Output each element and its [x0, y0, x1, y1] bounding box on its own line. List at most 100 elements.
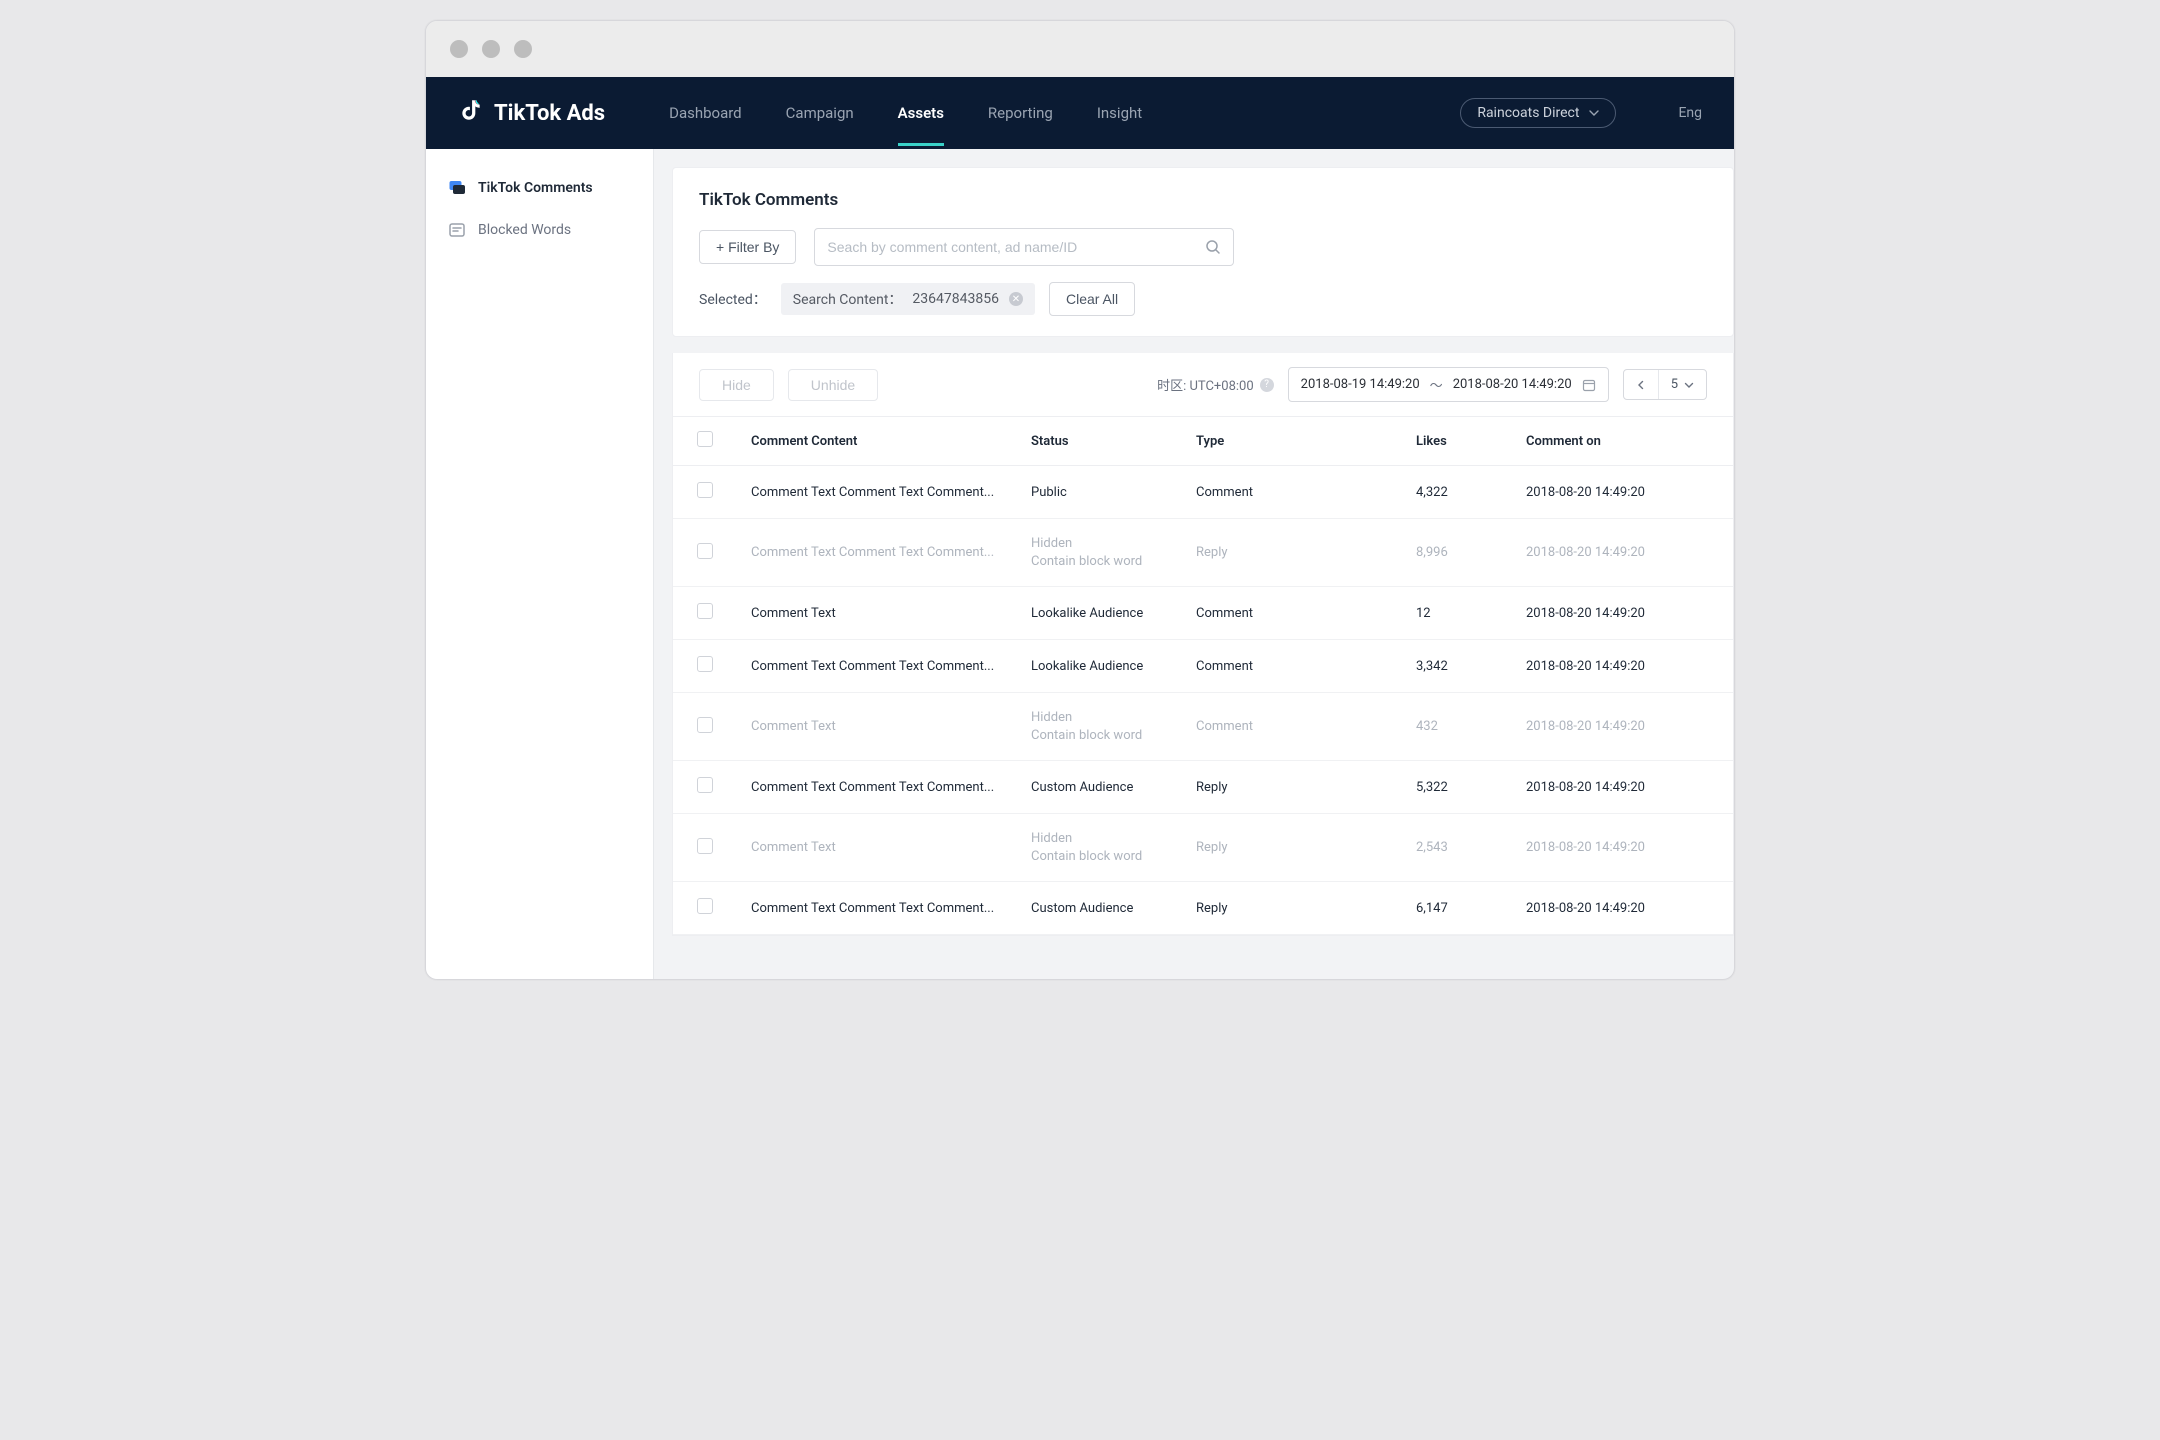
comments-icon	[448, 179, 466, 197]
row-checkbox[interactable]	[697, 656, 713, 672]
selected-chip: Search Content：23647843856 ✕	[781, 283, 1035, 315]
date-range-picker[interactable]: 2018-08-19 14:49:20 ～ 2018-08-20 14:49:2…	[1288, 367, 1609, 402]
cell-status: Custom Audience	[1017, 761, 1182, 814]
cell-content: Comment Text	[737, 587, 1017, 640]
page-size-value[interactable]: 5	[1658, 370, 1706, 399]
app-window: TikTok Ads Dashboard Campaign Assets Rep…	[425, 20, 1735, 980]
th-likes[interactable]: Likes	[1402, 417, 1512, 466]
row-checkbox[interactable]	[697, 838, 713, 854]
row-checkbox[interactable]	[697, 603, 713, 619]
traffic-light-dot[interactable]	[450, 40, 468, 58]
table-row: Comment Text Comment Text Comment...Cust…	[673, 761, 1733, 814]
cell-type: Reply	[1182, 882, 1402, 935]
cell-likes: 3,342	[1402, 640, 1512, 693]
cell-likes: 4,322	[1402, 466, 1512, 519]
cell-type: Comment	[1182, 466, 1402, 519]
top-nav: TikTok Ads Dashboard Campaign Assets Rep…	[426, 77, 1734, 149]
cell-date: 2018-08-20 14:49:20	[1512, 693, 1733, 761]
cell-date: 2018-08-20 14:49:20	[1512, 640, 1733, 693]
table-row: Comment TextHiddenContain block wordRepl…	[673, 814, 1733, 882]
cell-date: 2018-08-20 14:49:20	[1512, 466, 1733, 519]
account-selector[interactable]: Raincoats Direct	[1460, 98, 1616, 128]
cell-type: Reply	[1182, 519, 1402, 587]
cell-date: 2018-08-20 14:49:20	[1512, 587, 1733, 640]
cell-date: 2018-08-20 14:49:20	[1512, 814, 1733, 882]
cell-likes: 432	[1402, 693, 1512, 761]
cell-likes: 6,147	[1402, 882, 1512, 935]
main-content: TikTok Comments + Filter By Selected：	[654, 149, 1734, 979]
nav-reporting[interactable]: Reporting	[988, 96, 1053, 130]
tiktok-logo-icon	[458, 97, 484, 129]
row-checkbox[interactable]	[697, 543, 713, 559]
cell-status: Lookalike Audience	[1017, 587, 1182, 640]
cell-content: Comment Text Comment Text Comment...	[737, 519, 1017, 587]
cell-content: Comment Text	[737, 693, 1017, 761]
select-all-checkbox[interactable]	[697, 431, 713, 447]
filter-by-button[interactable]: + Filter By	[699, 230, 796, 264]
th-content[interactable]: Comment Content	[737, 417, 1017, 466]
sidebar: TikTok Comments Blocked Words	[426, 149, 654, 979]
window-titlebar	[426, 21, 1734, 77]
search-icon	[1205, 239, 1221, 255]
th-type[interactable]: Type	[1182, 417, 1402, 466]
nav-assets[interactable]: Assets	[898, 96, 944, 130]
panel-title: TikTok Comments	[699, 190, 1707, 210]
pager-prev[interactable]	[1624, 373, 1658, 397]
cell-type: Reply	[1182, 761, 1402, 814]
row-checkbox[interactable]	[697, 717, 713, 733]
row-checkbox[interactable]	[697, 898, 713, 914]
search-input[interactable]	[827, 239, 1205, 255]
traffic-light-dot[interactable]	[482, 40, 500, 58]
page-size-selector: 5	[1623, 369, 1707, 400]
table-row: Comment Text Comment Text Comment...Publ…	[673, 466, 1733, 519]
unhide-button[interactable]: Unhide	[788, 369, 878, 401]
cell-content: Comment Text	[737, 814, 1017, 882]
nav-insight[interactable]: Insight	[1097, 96, 1142, 130]
row-checkbox[interactable]	[697, 777, 713, 793]
chip-value: 23647843856	[912, 291, 999, 307]
nav-links: Dashboard Campaign Assets Reporting Insi…	[669, 96, 1142, 130]
cell-content: Comment Text Comment Text Comment...	[737, 466, 1017, 519]
chip-remove-icon[interactable]: ✕	[1009, 292, 1023, 306]
cell-status: Lookalike Audience	[1017, 640, 1182, 693]
help-icon[interactable]: ?	[1260, 378, 1274, 392]
cell-content: Comment Text Comment Text Comment...	[737, 640, 1017, 693]
date-from: 2018-08-19 14:49:20	[1301, 377, 1420, 392]
clear-all-button[interactable]: Clear All	[1049, 282, 1135, 316]
table-row: Comment TextLookalike AudienceComment122…	[673, 587, 1733, 640]
cell-likes: 2,543	[1402, 814, 1512, 882]
nav-campaign[interactable]: Campaign	[786, 96, 854, 130]
blocked-icon	[448, 221, 466, 239]
sidebar-item-label: Blocked Words	[478, 222, 571, 238]
language-label[interactable]: Eng	[1678, 105, 1702, 121]
th-status[interactable]: Status	[1017, 417, 1182, 466]
hide-button[interactable]: Hide	[699, 369, 774, 401]
th-date[interactable]: Comment on	[1512, 417, 1733, 466]
search-field-wrap	[814, 228, 1234, 266]
sidebar-item-blocked-words[interactable]: Blocked Words	[426, 209, 653, 251]
table-row: Comment TextHiddenContain block wordComm…	[673, 693, 1733, 761]
cell-date: 2018-08-20 14:49:20	[1512, 761, 1733, 814]
table-row: Comment Text Comment Text Comment...Hidd…	[673, 519, 1733, 587]
row-checkbox[interactable]	[697, 482, 713, 498]
cell-type: Comment	[1182, 640, 1402, 693]
nav-dashboard[interactable]: Dashboard	[669, 96, 742, 130]
table-row: Comment Text Comment Text Comment...Cust…	[673, 882, 1733, 935]
table-header-row: Comment Content Status Type Likes Commen…	[673, 417, 1733, 466]
account-name: Raincoats Direct	[1477, 105, 1579, 121]
cell-status: Custom Audience	[1017, 882, 1182, 935]
table-row: Comment Text Comment Text Comment...Look…	[673, 640, 1733, 693]
selected-label: Selected：	[699, 289, 767, 309]
sidebar-item-tiktok-comments[interactable]: TikTok Comments	[426, 167, 653, 209]
cell-likes: 8,996	[1402, 519, 1512, 587]
brand: TikTok Ads	[458, 97, 605, 129]
cell-content: Comment Text Comment Text Comment...	[737, 882, 1017, 935]
table-toolbar: Hide Unhide 时区: UTC+08:00 ? 2018-08-19 1…	[672, 353, 1734, 417]
cell-likes: 12	[1402, 587, 1512, 640]
selected-filters-row: Selected： Search Content：23647843856 ✕ C…	[699, 282, 1707, 316]
cell-status: HiddenContain block word	[1017, 693, 1182, 761]
cell-type: Comment	[1182, 587, 1402, 640]
brand-name: TikTok Ads	[494, 101, 605, 126]
traffic-light-dot[interactable]	[514, 40, 532, 58]
date-to: 2018-08-20 14:49:20	[1453, 377, 1572, 392]
